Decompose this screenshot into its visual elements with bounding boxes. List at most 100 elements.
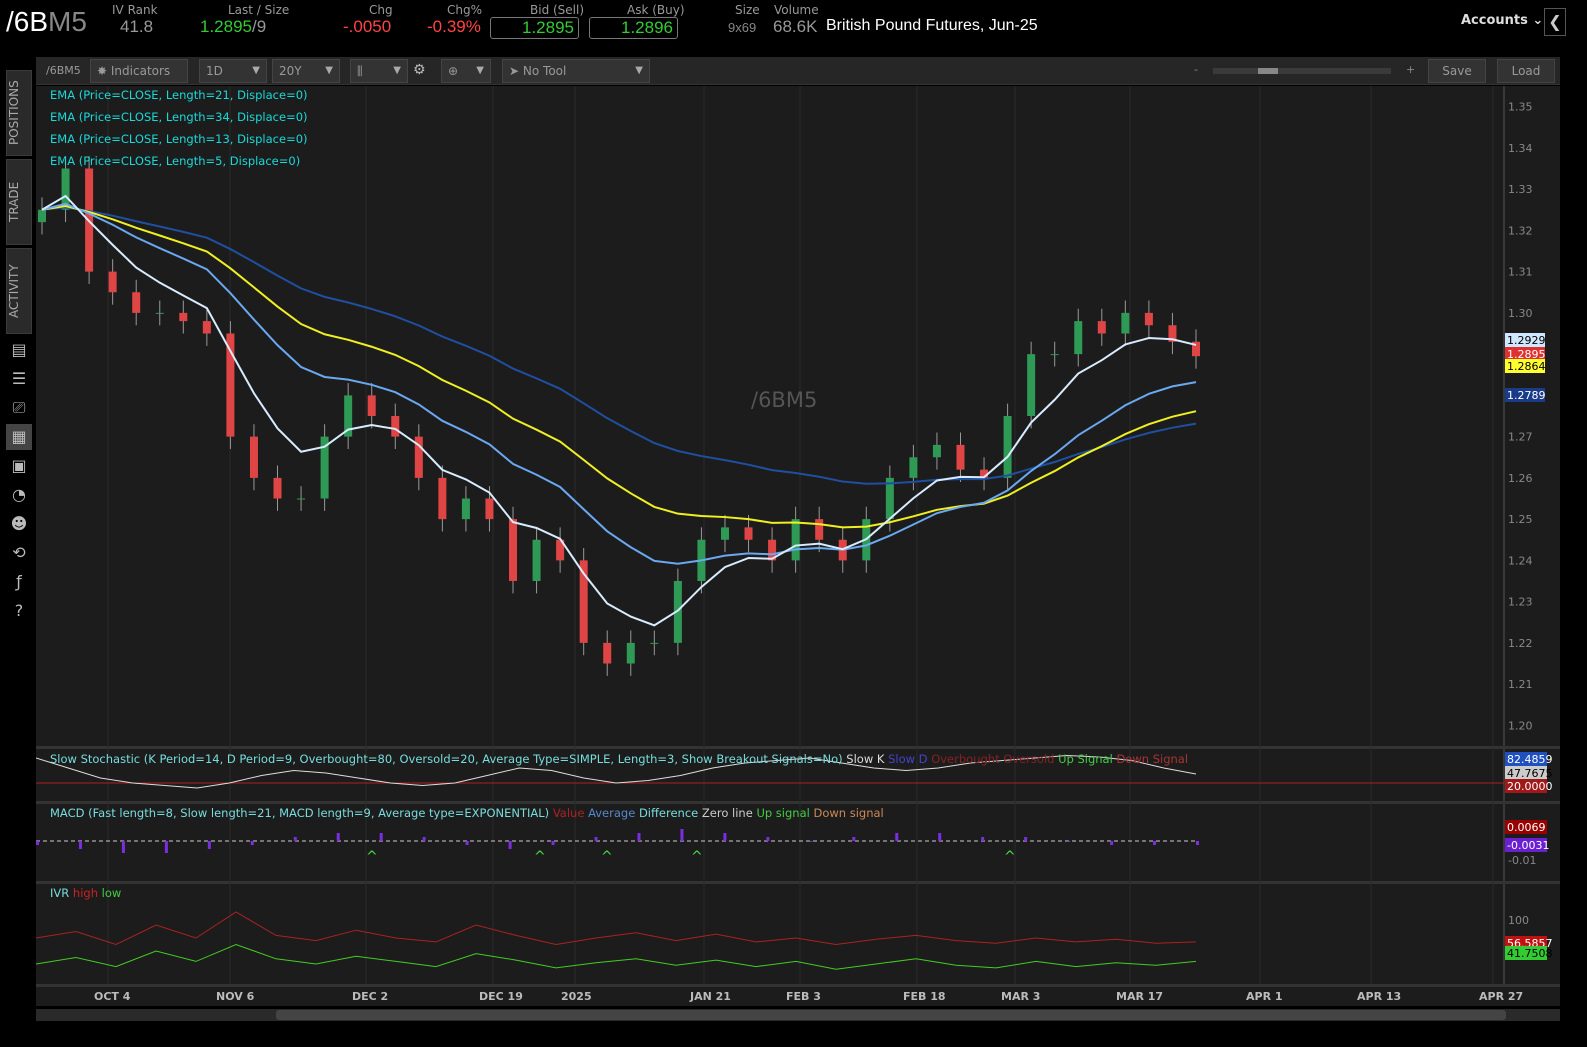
macd-tick: -0.01 xyxy=(1508,854,1536,867)
zoom-slider[interactable] xyxy=(1213,68,1391,74)
symbol-root: /6B xyxy=(6,6,49,37)
macd-hist-bar xyxy=(508,841,512,849)
candle xyxy=(1144,312,1153,326)
aggregation-select[interactable]: 1D ▼ xyxy=(199,59,267,83)
macd-hist-bar xyxy=(852,837,856,841)
ask-button[interactable]: 1.2896 xyxy=(589,17,678,39)
chart-symbol[interactable]: /6BM5 xyxy=(46,64,81,77)
crosshair-icon: ⊕ xyxy=(448,64,459,78)
settings-gear-icon[interactable]: ⚙ xyxy=(413,62,426,78)
chart-canvas[interactable]: 1.351.341.331.321.311.301.291.281.271.26… xyxy=(36,86,1560,1006)
macd-hist-bar xyxy=(1153,841,1157,845)
legend-down: Down signal xyxy=(813,806,884,820)
timeframe-select[interactable]: 20Y ▼ xyxy=(272,59,340,83)
history-icon[interactable]: ⟲ xyxy=(6,540,32,566)
tab-trade[interactable]: TRADE xyxy=(6,159,32,245)
bid-button[interactable]: 1.2895 xyxy=(490,17,579,39)
tab-activity[interactable]: ACTIVITY xyxy=(6,248,32,334)
horizontal-scrollbar[interactable] xyxy=(36,1009,1560,1021)
chart-icon[interactable]: ▦ xyxy=(6,424,32,450)
ema5-label[interactable]: EMA (Price=CLOSE, Length=5, Displace=0) xyxy=(50,154,300,168)
community-icon[interactable]: ☻ xyxy=(6,511,32,537)
candle xyxy=(155,312,164,314)
size-label: Size xyxy=(735,3,760,17)
macd-hist-bar xyxy=(551,841,555,845)
candle xyxy=(932,444,941,458)
price-tick: 1.27 xyxy=(1508,431,1533,444)
drawing-tool-select[interactable]: ➤ No Tool ▼ xyxy=(502,59,650,83)
zoom-in-button[interactable]: + xyxy=(1406,63,1415,76)
stoch-label[interactable]: Slow Stochastic (K Period=14, D Period=9… xyxy=(50,752,1188,766)
ema13-label[interactable]: EMA (Price=CLOSE, Length=13, Displace=0) xyxy=(50,132,308,146)
price-tick: 1.30 xyxy=(1508,307,1533,320)
candle xyxy=(1027,354,1036,416)
news-icon[interactable]: ▤ xyxy=(6,337,32,363)
candlestick-icon: ⫼ xyxy=(357,64,363,78)
last-value: 1.2895 xyxy=(200,17,252,36)
symbol-month: M5 xyxy=(48,6,87,37)
macd-hist-bar xyxy=(895,833,899,841)
price-tick: 1.32 xyxy=(1508,224,1533,237)
accounts-label: Accounts xyxy=(1461,13,1528,28)
chevron-down-icon: ⌄ xyxy=(1532,13,1544,28)
study-badge-text: 0.0069 xyxy=(1507,821,1546,834)
fx-icon[interactable]: ƒ xyxy=(6,569,32,595)
gauge-icon[interactable]: ◔ xyxy=(6,482,32,508)
candle xyxy=(391,416,400,437)
chart-area[interactable]: 1.351.341.331.321.311.301.291.281.271.26… xyxy=(36,86,1560,1021)
price-tick: 1.21 xyxy=(1508,678,1533,691)
symbol[interactable]: /6BM5 xyxy=(6,6,87,38)
drawing-style-select[interactable]: ⊕ ▼ xyxy=(441,59,491,83)
ema34-label[interactable]: EMA (Price=CLOSE, Length=34, Displace=0) xyxy=(50,110,308,124)
chg-value: -.0050 xyxy=(343,17,392,36)
legend-slow-d: Slow D xyxy=(888,752,928,766)
time-tick: MAR 17 xyxy=(1116,990,1163,1003)
scrollbar-thumb[interactable] xyxy=(276,1010,1506,1020)
stoch-title: Slow Stochastic (K Period=14, D Period=9… xyxy=(50,752,843,766)
candle xyxy=(461,498,470,520)
help-icon[interactable]: ? xyxy=(6,598,32,624)
candle xyxy=(815,519,824,540)
candle xyxy=(438,477,447,520)
size-value: 9x69 xyxy=(728,20,757,35)
chart-type-select[interactable]: ⫼ ▼ xyxy=(350,59,408,83)
tab-positions[interactable]: POSITIONS xyxy=(6,70,32,156)
ivr-high-line xyxy=(36,911,1197,946)
drawing-tool-value: No Tool xyxy=(522,64,567,78)
price-tick: 1.26 xyxy=(1508,472,1533,485)
legend-up-signal: Up Signal xyxy=(1058,752,1113,766)
accounts-button[interactable]: Accounts ⌄ xyxy=(1461,13,1543,28)
time-tick: FEB 3 xyxy=(786,990,821,1003)
macd-hist-bar xyxy=(1067,841,1071,842)
candle xyxy=(509,519,518,581)
indicators-button[interactable]: ✸ Indicators xyxy=(90,59,188,83)
macd-hist-bar xyxy=(766,837,770,841)
candle xyxy=(1121,312,1130,334)
tv-icon[interactable]: ⎚ xyxy=(6,395,32,421)
legend-up: Up signal xyxy=(756,806,810,820)
collapse-button[interactable]: ❮ xyxy=(1544,8,1566,36)
ivr-label[interactable]: IVR high low xyxy=(50,886,121,900)
price-tick: 1.35 xyxy=(1508,101,1533,114)
candle xyxy=(297,498,306,500)
volume-label: Volume xyxy=(774,3,819,17)
candle xyxy=(956,444,965,470)
macd-hist-bar xyxy=(250,841,254,845)
indicators-label: Indicators xyxy=(110,64,171,78)
list-icon[interactable]: ☰ xyxy=(6,366,32,392)
macd-hist-bar xyxy=(680,829,684,841)
load-button[interactable]: Load xyxy=(1497,59,1555,83)
grid-icon[interactable]: ▣ xyxy=(6,453,32,479)
time-tick: MAR 3 xyxy=(1001,990,1040,1003)
time-tick: APR 1 xyxy=(1246,990,1283,1003)
macd-label[interactable]: MACD (Fast length=8, Slow length=21, MAC… xyxy=(50,806,884,820)
price-tick: 1.25 xyxy=(1508,513,1533,526)
ema21-label[interactable]: EMA (Price=CLOSE, Length=21, Displace=0) xyxy=(50,88,308,102)
ema5-line xyxy=(41,194,1197,627)
zoom-out-button[interactable]: - xyxy=(1194,63,1198,76)
macd-hist-bar xyxy=(465,841,469,845)
zoom-slider-thumb[interactable] xyxy=(1258,68,1278,74)
macd-hist-bar xyxy=(981,837,985,841)
macd-hist-bar xyxy=(1024,837,1028,841)
save-button[interactable]: Save xyxy=(1428,59,1486,83)
